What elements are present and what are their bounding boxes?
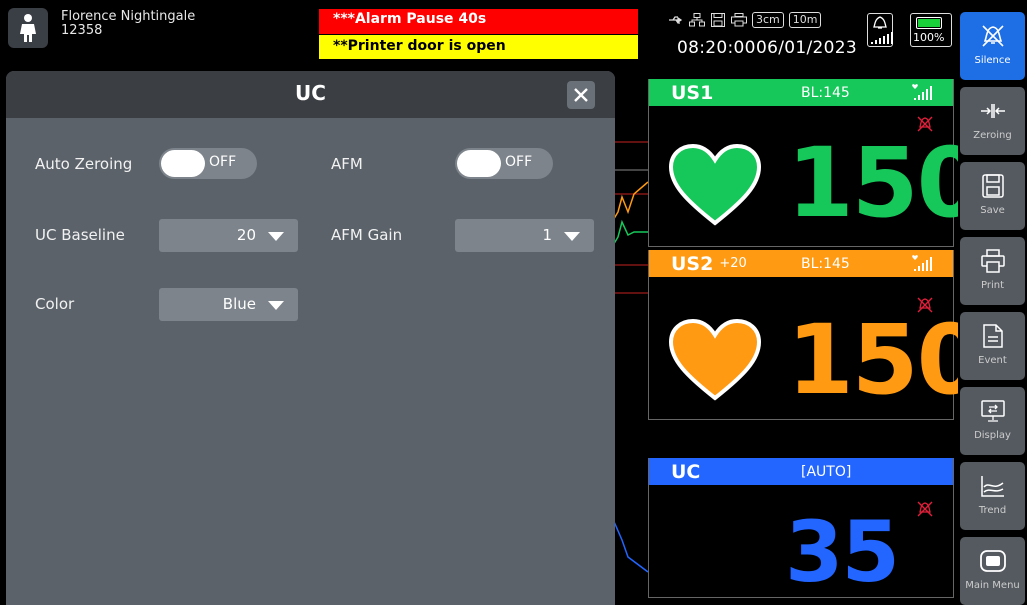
main-menu-label: Main Menu (965, 580, 1020, 591)
printer-status-icon (731, 12, 747, 28)
battery-icon (916, 17, 942, 29)
uc-baseline-value: 20 (236, 226, 256, 244)
afm-label: AFM (331, 155, 363, 173)
trace-strip (611, 72, 649, 605)
zeroing-label: Zeroing (973, 130, 1012, 141)
uc-alarm-off-icon (917, 501, 933, 517)
clock-time: 08:20:00 (677, 38, 756, 58)
us2-header: US2 +20 BL:145 (649, 250, 953, 277)
alarm-high-banner[interactable]: ***Alarm Pause 40s (319, 9, 638, 34)
interval-indicator: 10m (788, 12, 822, 28)
us2-heart-icon (668, 318, 762, 401)
save-label: Save (980, 205, 1005, 216)
auto-zeroing-value: OFF (209, 154, 237, 170)
us2-signal-icon (911, 254, 937, 277)
status-icons: 3cm 10m (668, 12, 822, 28)
uc-label: UC (671, 460, 701, 483)
event-icon (979, 322, 1007, 350)
color-select[interactable]: Blue (159, 288, 298, 321)
us1-value: 150 (787, 127, 983, 239)
uc-baseline-select[interactable]: 20 (159, 219, 298, 252)
patient-name: Florence Nightingale (61, 9, 196, 24)
us1-panel[interactable]: US1 BL:145 150 (648, 79, 983, 247)
patient-icon (8, 8, 48, 48)
printer-icon (979, 247, 1007, 275)
zeroing-button[interactable]: Zeroing (960, 87, 1025, 155)
chevron-down-icon (268, 232, 284, 241)
storage-icon (710, 12, 726, 28)
function-sidebar: Silence Zeroing Save Print Event Display (958, 0, 1027, 605)
uc-settings-dialog: UC Auto Zeroing OFF AFM OFF UC Baseline … (6, 71, 615, 605)
signal-strength-icon (871, 32, 893, 44)
us2-label: US2 (671, 252, 714, 275)
auto-zeroing-toggle[interactable]: OFF (159, 148, 257, 179)
trend-icon (979, 472, 1007, 500)
trend-button[interactable]: Trend (960, 462, 1025, 530)
us2-baseline: BL:145 (801, 256, 850, 272)
us1-heart-icon (668, 143, 762, 226)
us2-value: 150 (787, 304, 983, 416)
print-label: Print (980, 280, 1004, 291)
color-label: Color (35, 295, 75, 313)
us1-header: US1 BL:145 (649, 79, 953, 106)
uc-mode: [AUTO] (801, 464, 852, 480)
display-label: Display (974, 430, 1011, 441)
display-icon (979, 397, 1007, 425)
dialog-header: UC (6, 71, 615, 118)
save-button[interactable]: Save (960, 162, 1025, 230)
save-icon (979, 172, 1007, 200)
event-label: Event (978, 355, 1007, 366)
zeroing-icon (979, 97, 1007, 125)
main-menu-button[interactable]: Main Menu (960, 537, 1025, 605)
us2-offset: +20 (719, 256, 747, 271)
scale-indicator: 3cm (752, 12, 784, 28)
top-status-bar: Florence Nightingale 12358 ***Alarm Paus… (0, 0, 958, 72)
toggle-knob (161, 150, 205, 177)
afm-gain-select[interactable]: 1 (455, 219, 594, 252)
clock-date: 06/01/2023 (756, 38, 857, 58)
uc-panel[interactable]: UC [AUTO] 35 (648, 458, 954, 598)
network-icon (689, 12, 705, 28)
main-menu-icon (979, 547, 1007, 575)
silence-icon (979, 22, 1007, 50)
us1-baseline: BL:145 (801, 85, 850, 101)
dialog-title: UC (295, 81, 326, 105)
toggle-knob (457, 150, 501, 177)
afm-value: OFF (505, 154, 533, 170)
trend-label: Trend (978, 505, 1007, 516)
us2-panel[interactable]: US2 +20 BL:145 150 (648, 250, 983, 420)
us1-label: US1 (671, 81, 714, 104)
silence-label: Silence (974, 55, 1011, 66)
chevron-down-icon (268, 301, 284, 310)
color-value: Blue (222, 295, 256, 313)
afm-toggle[interactable]: OFF (455, 148, 553, 179)
usb-icon (668, 12, 684, 28)
battery-percent: 100% (913, 31, 945, 44)
afm-gain-value: 1 (542, 226, 552, 244)
afm-gain-label: AFM Gain (331, 226, 403, 244)
patient-info[interactable]: Florence Nightingale 12358 (8, 8, 195, 48)
chevron-down-icon (564, 232, 580, 241)
display-button[interactable]: Display (960, 387, 1025, 455)
uc-value: 35 (785, 503, 900, 601)
alarm-low-banner[interactable]: **Printer door is open (319, 35, 638, 59)
uc-baseline-label: UC Baseline (35, 226, 125, 244)
print-button[interactable]: Print (960, 237, 1025, 305)
patient-id: 12358 (61, 23, 103, 38)
auto-zeroing-label: Auto Zeroing (35, 155, 133, 173)
close-icon (574, 88, 588, 102)
event-button[interactable]: Event (960, 312, 1025, 380)
close-button[interactable] (567, 81, 595, 109)
uc-header: UC [AUTO] (649, 458, 953, 485)
us1-signal-icon (911, 83, 937, 106)
silence-button[interactable]: Silence (960, 12, 1025, 80)
